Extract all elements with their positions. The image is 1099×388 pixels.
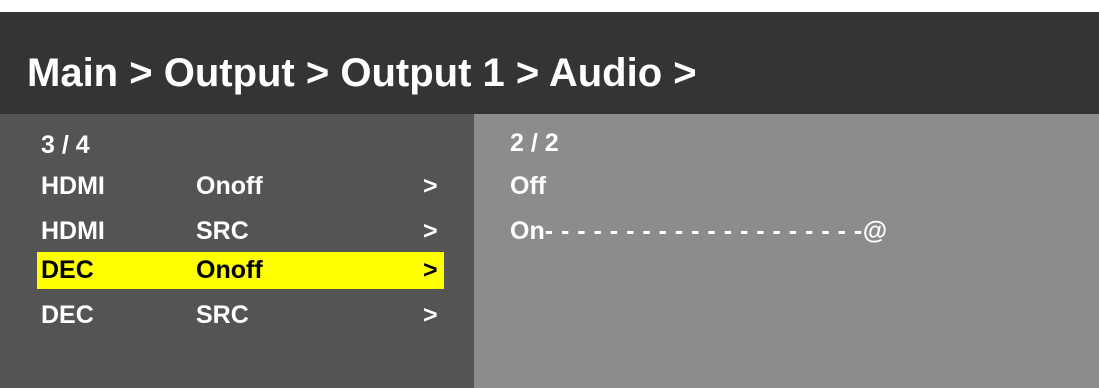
- menu-item-category: HDMI: [41, 217, 105, 245]
- submenu-arrow-icon: >: [423, 172, 438, 200]
- option-off[interactable]: Off: [510, 168, 546, 205]
- menu-page-counter: 3 / 4: [41, 131, 90, 159]
- menu-item-category: HDMI: [41, 172, 105, 200]
- menu-item-dec-src[interactable]: DEC SRC >: [37, 297, 444, 334]
- option-page-counter: 2 / 2: [510, 129, 559, 157]
- option-on[interactable]: On - - - - - - - - - - - - - - - - - - -…: [510, 213, 887, 250]
- menu-screen: Main > Output > Output 1 > Audio > 3 / 4…: [0, 0, 1099, 388]
- breadcrumb: Main > Output > Output 1 > Audio >: [27, 51, 697, 95]
- menu-item-dec-onoff[interactable]: DEC Onoff >: [37, 252, 444, 289]
- menu-item-setting: Onoff: [196, 256, 263, 284]
- menu-item-category: DEC: [41, 256, 94, 284]
- option-leader: - - - - - - - - - - - - - - - - - - - -: [544, 217, 863, 245]
- submenu-arrow-icon: >: [423, 217, 438, 245]
- title-bar: Main > Output > Output 1 > Audio >: [0, 0, 1099, 114]
- option-label: Off: [510, 172, 547, 200]
- menu-item-setting: SRC: [196, 217, 249, 245]
- menu-item-hdmi-src[interactable]: HDMI SRC >: [37, 213, 444, 250]
- submenu-arrow-icon: >: [423, 256, 438, 284]
- menu-item-setting: Onoff: [196, 172, 263, 200]
- selected-marker-icon: @: [862, 217, 888, 245]
- submenu-arrow-icon: >: [423, 301, 438, 329]
- menu-item-setting: SRC: [196, 301, 249, 329]
- option-label: On: [510, 217, 545, 245]
- menu-item-hdmi-onoff[interactable]: HDMI Onoff >: [37, 168, 444, 205]
- option-list-pane: [474, 114, 1099, 388]
- menu-item-category: DEC: [41, 301, 94, 329]
